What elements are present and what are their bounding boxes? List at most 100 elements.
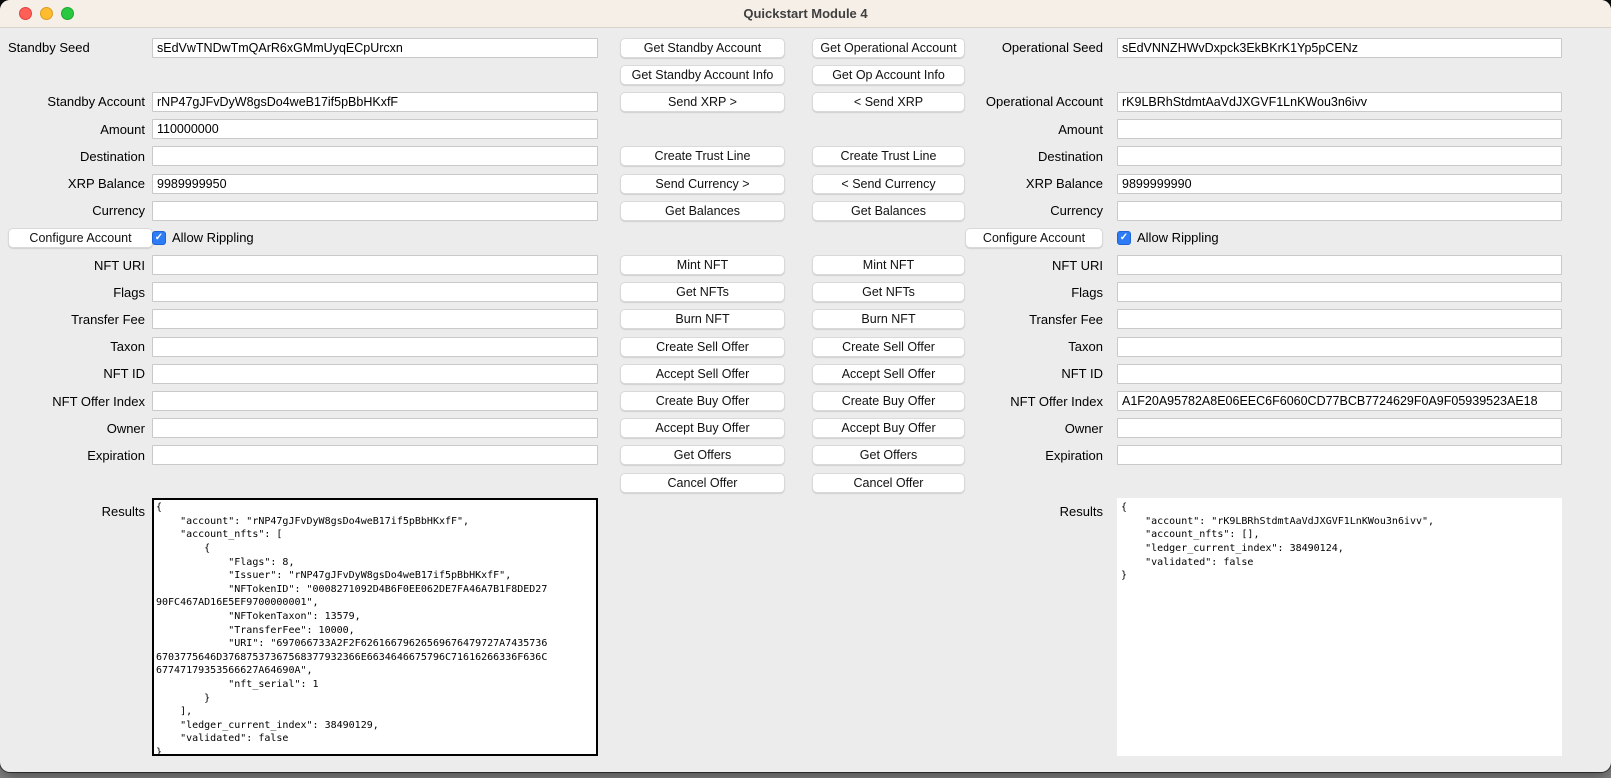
row-nft-uri: NFT URI Mint NFT Mint NFT NFT URI (0, 252, 1611, 279)
operational-send-xrp-button[interactable]: < Send XRP (812, 92, 965, 112)
row-cancel-offer: Cancel Offer Cancel Offer (0, 469, 1611, 496)
operational-nft-id-label: NFT ID (965, 366, 1110, 381)
standby-taxon-input[interactable] (152, 337, 598, 357)
standby-accept-buy-offer-button[interactable]: Accept Buy Offer (620, 418, 785, 438)
operational-amount-label: Amount (965, 122, 1110, 137)
operational-account-input[interactable] (1117, 92, 1562, 112)
operational-burn-nft-button[interactable]: Burn NFT (812, 309, 965, 329)
row-taxon: Taxon Create Sell Offer Create Sell Offe… (0, 333, 1611, 360)
standby-expiration-label: Expiration (0, 448, 148, 463)
operational-flags-input[interactable] (1117, 282, 1562, 302)
operational-create-buy-offer-button[interactable]: Create Buy Offer (812, 391, 965, 411)
standby-results-text[interactable]: { "account": "rNP47gJFvDyW8gsDo4weB17if5… (152, 498, 598, 756)
operational-accept-sell-offer-button[interactable]: Accept Sell Offer (812, 364, 965, 384)
standby-get-balances-button[interactable]: Get Balances (620, 201, 785, 221)
row-results: Results { "account": "rNP47gJFvDyW8gsDo4… (0, 498, 1611, 756)
row-seed: Standby Seed Get Standby Account Get Ope… (0, 34, 1611, 61)
standby-taxon-label: Taxon (0, 339, 148, 354)
standby-account-input[interactable] (152, 92, 598, 112)
standby-nft-offer-index-label: NFT Offer Index (0, 394, 148, 409)
operational-taxon-input[interactable] (1117, 337, 1562, 357)
operational-get-account-info-button[interactable]: Get Op Account Info (812, 65, 965, 85)
operational-account-label: Operational Account (965, 94, 1110, 109)
operational-expiration-input[interactable] (1117, 445, 1562, 465)
standby-allow-rippling-checkbox[interactable] (152, 231, 166, 245)
operational-xrp-balance-label: XRP Balance (965, 176, 1110, 191)
row-amount: Amount Amount (0, 116, 1611, 143)
standby-nft-uri-input[interactable] (152, 255, 598, 275)
standby-flags-label: Flags (0, 285, 148, 300)
standby-get-nfts-button[interactable]: Get NFTs (620, 282, 785, 302)
standby-seed-input[interactable] (152, 38, 598, 58)
operational-currency-label: Currency (965, 203, 1110, 218)
standby-transfer-fee-label: Transfer Fee (0, 312, 148, 327)
row-account: Standby Account Send XRP > < Send XRP Op… (0, 88, 1611, 115)
standby-send-xrp-button[interactable]: Send XRP > (620, 92, 785, 112)
operational-transfer-fee-input[interactable] (1117, 309, 1562, 329)
standby-destination-input[interactable] (152, 146, 598, 166)
row-transfer-fee: Transfer Fee Burn NFT Burn NFT Transfer … (0, 306, 1611, 333)
standby-get-account-button[interactable]: Get Standby Account (620, 38, 785, 58)
standby-nft-id-input[interactable] (152, 364, 598, 384)
operational-currency-input[interactable] (1117, 201, 1562, 221)
operational-nft-uri-input[interactable] (1117, 255, 1562, 275)
operational-amount-input[interactable] (1117, 119, 1562, 139)
operational-results-text[interactable]: { "account": "rK9LBRhStdmtAaVdJXGVF1LnKW… (1117, 498, 1562, 756)
standby-accept-sell-offer-button[interactable]: Accept Sell Offer (620, 364, 785, 384)
standby-owner-input[interactable] (152, 418, 598, 438)
operational-get-offers-button[interactable]: Get Offers (812, 445, 965, 465)
standby-seed-label: Standby Seed (0, 40, 148, 55)
operational-owner-input[interactable] (1117, 418, 1562, 438)
standby-create-sell-offer-button[interactable]: Create Sell Offer (620, 337, 785, 357)
standby-burn-nft-button[interactable]: Burn NFT (620, 309, 785, 329)
title-bar: Quickstart Module 4 (0, 0, 1611, 28)
standby-xrp-balance-input[interactable] (152, 174, 598, 194)
operational-get-balances-button[interactable]: Get Balances (812, 201, 965, 221)
standby-cancel-offer-button[interactable]: Cancel Offer (620, 473, 785, 493)
standby-amount-label: Amount (0, 122, 148, 137)
operational-mint-nft-button[interactable]: Mint NFT (812, 255, 965, 275)
operational-nft-offer-index-input[interactable] (1117, 391, 1562, 411)
operational-configure-account-button[interactable]: Configure Account (965, 228, 1103, 248)
operational-allow-rippling-checkbox[interactable] (1117, 231, 1131, 245)
standby-get-offers-button[interactable]: Get Offers (620, 445, 785, 465)
app-window: Quickstart Module 4 Standby Seed Get Sta… (0, 0, 1611, 772)
standby-nft-offer-index-input[interactable] (152, 391, 598, 411)
operational-xrp-balance-input[interactable] (1117, 174, 1562, 194)
operational-send-currency-button[interactable]: < Send Currency (812, 174, 965, 194)
standby-flags-input[interactable] (152, 282, 598, 302)
operational-accept-buy-offer-button[interactable]: Accept Buy Offer (812, 418, 965, 438)
standby-create-buy-offer-button[interactable]: Create Buy Offer (620, 391, 785, 411)
standby-xrp-balance-label: XRP Balance (0, 176, 148, 191)
operational-nft-id-input[interactable] (1117, 364, 1562, 384)
operational-transfer-fee-label: Transfer Fee (965, 312, 1110, 327)
operational-cancel-offer-button[interactable]: Cancel Offer (812, 473, 965, 493)
standby-nft-uri-label: NFT URI (0, 258, 148, 273)
standby-results-label: Results (0, 498, 148, 519)
operational-get-nfts-button[interactable]: Get NFTs (812, 282, 965, 302)
standby-currency-input[interactable] (152, 201, 598, 221)
operational-create-trust-line-button[interactable]: Create Trust Line (812, 146, 965, 166)
standby-create-trust-line-button[interactable]: Create Trust Line (620, 146, 785, 166)
standby-mint-nft-button[interactable]: Mint NFT (620, 255, 785, 275)
standby-get-account-info-button[interactable]: Get Standby Account Info (620, 65, 785, 85)
operational-owner-label: Owner (965, 421, 1110, 436)
row-configure-account: Configure Account Allow Rippling Configu… (0, 224, 1611, 251)
standby-configure-account-button[interactable]: Configure Account (8, 228, 153, 248)
standby-transfer-fee-input[interactable] (152, 309, 598, 329)
row-nft-id: NFT ID Accept Sell Offer Accept Sell Off… (0, 360, 1611, 387)
standby-amount-input[interactable] (152, 119, 598, 139)
operational-taxon-label: Taxon (965, 339, 1110, 354)
operational-destination-input[interactable] (1117, 146, 1562, 166)
standby-expiration-input[interactable] (152, 445, 598, 465)
row-expiration: Expiration Get Offers Get Offers Expirat… (0, 442, 1611, 469)
operational-results-label: Results (965, 498, 1110, 519)
row-flags: Flags Get NFTs Get NFTs Flags (0, 279, 1611, 306)
standby-currency-label: Currency (0, 203, 148, 218)
row-nft-offer-index: NFT Offer Index Create Buy Offer Create … (0, 387, 1611, 414)
operational-create-sell-offer-button[interactable]: Create Sell Offer (812, 337, 965, 357)
operational-seed-input[interactable] (1117, 38, 1562, 58)
standby-send-currency-button[interactable]: Send Currency > (620, 174, 785, 194)
operational-get-account-button[interactable]: Get Operational Account (812, 38, 965, 58)
standby-allow-rippling-label: Allow Rippling (172, 230, 254, 245)
